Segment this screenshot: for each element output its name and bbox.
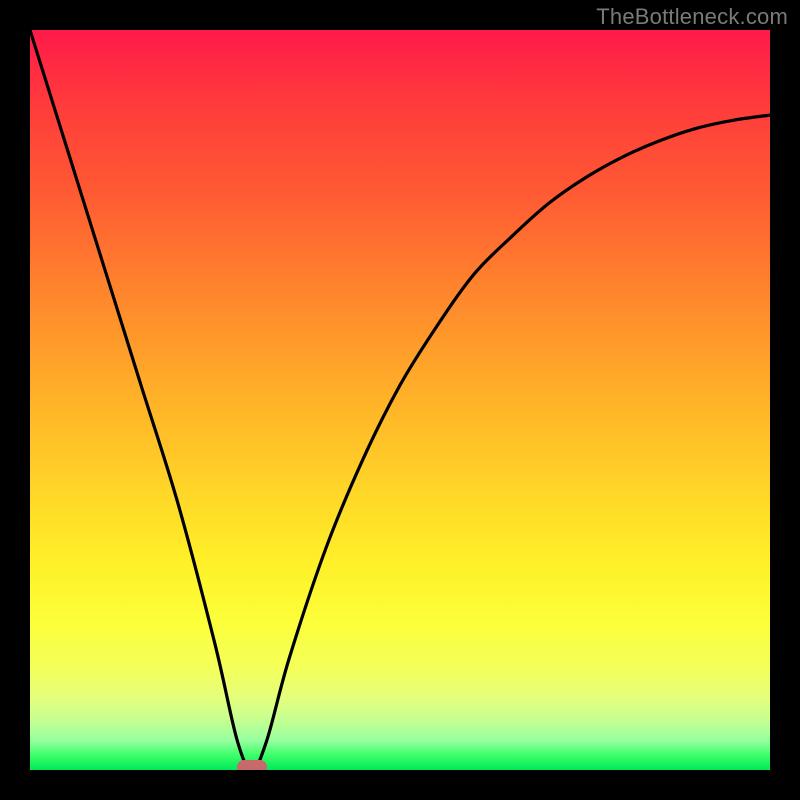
bottleneck-curve-path xyxy=(30,30,770,770)
bottleneck-marker xyxy=(237,760,267,770)
bottleneck-curve-svg xyxy=(30,30,770,770)
watermark-text: TheBottleneck.com xyxy=(596,4,788,30)
chart-frame: TheBottleneck.com xyxy=(0,0,800,800)
plot-area xyxy=(30,30,770,770)
